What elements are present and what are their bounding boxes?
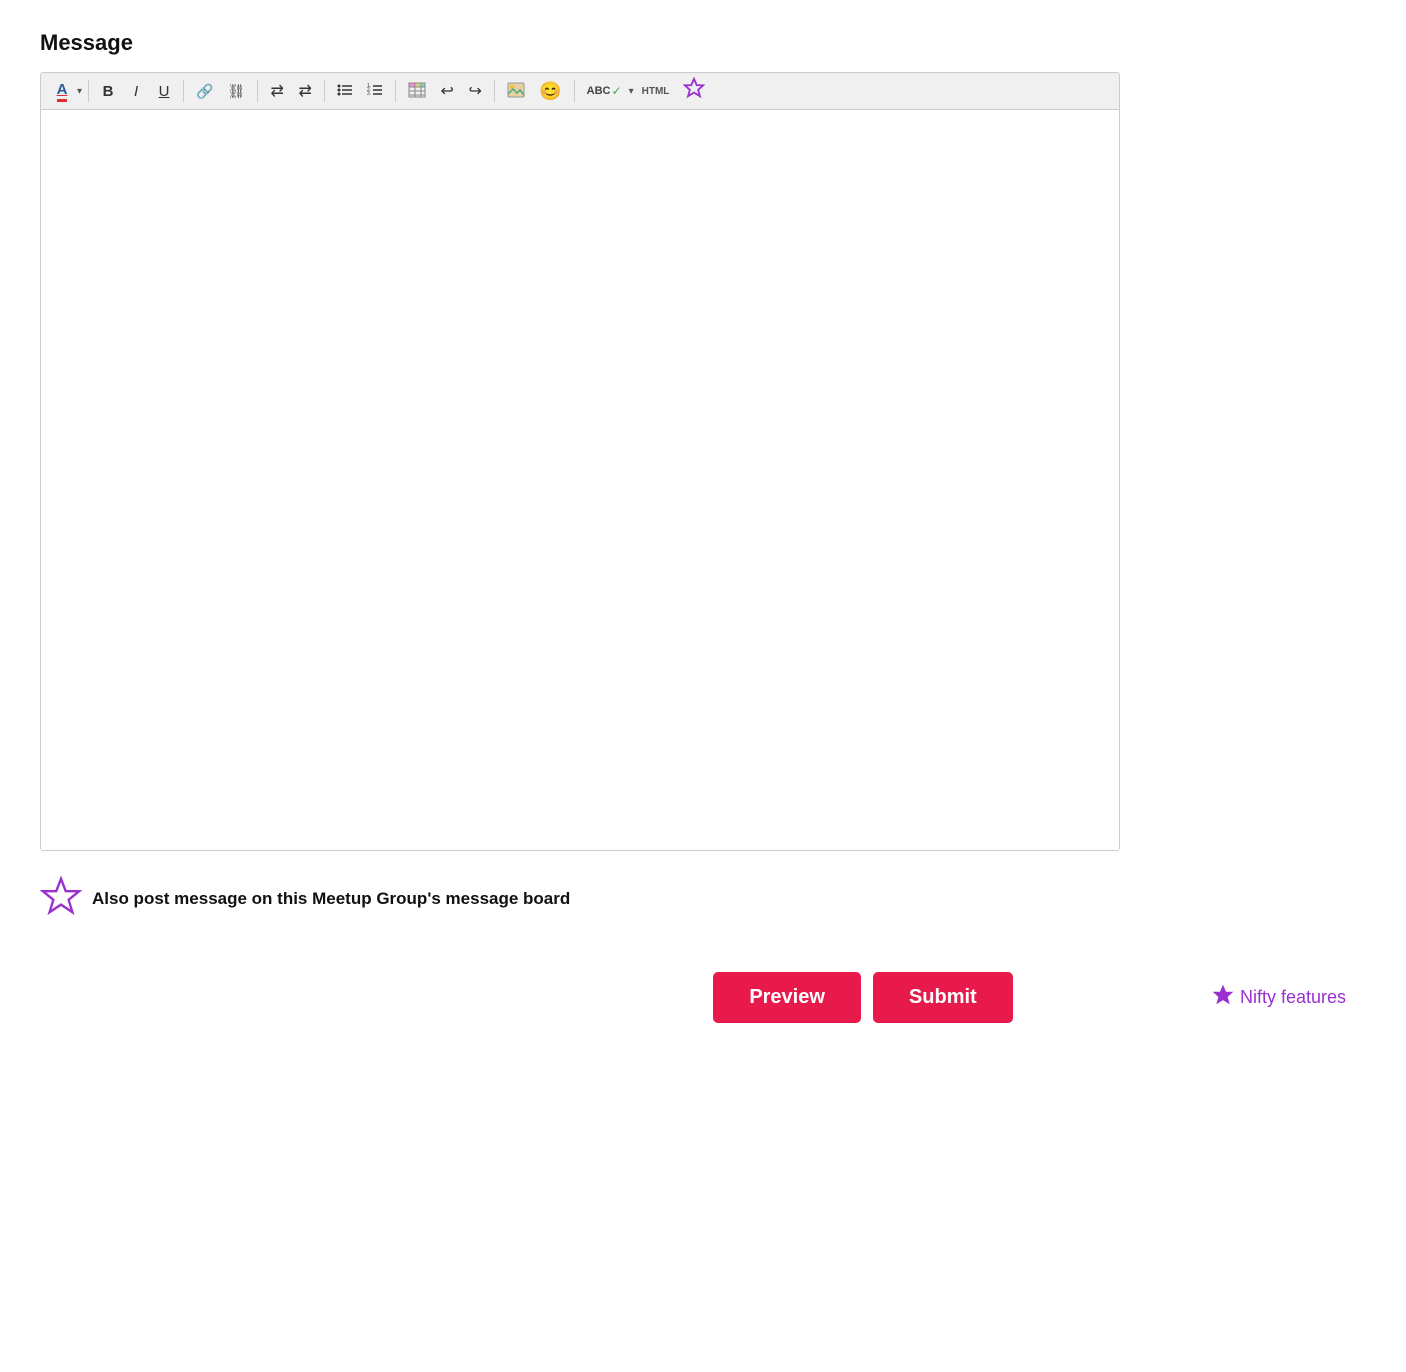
message-editor[interactable] <box>41 110 1119 850</box>
separator-3 <box>257 80 258 102</box>
bold-button[interactable]: B <box>95 78 121 104</box>
html-icon: HTML <box>642 86 670 97</box>
emoji-icon: 😊 <box>539 81 561 102</box>
submit-button[interactable]: Submit <box>873 972 1013 1023</box>
table-button[interactable] <box>402 78 432 104</box>
align-right-icon: ⇄ <box>299 81 312 101</box>
separator-7 <box>574 80 575 102</box>
nifty-features-star-icon <box>1212 984 1234 1011</box>
separator-2 <box>183 80 184 102</box>
undo-icon: ↩ <box>441 81 454 101</box>
nifty-features[interactable]: Nifty features <box>1212 984 1346 1011</box>
spellcheck-icon: ABC ✓ <box>587 84 622 98</box>
ordered-list-icon: 1. 2. 3. <box>367 82 383 101</box>
separator-4 <box>324 80 325 102</box>
nifty-star-icon <box>683 77 705 105</box>
ordered-list-button[interactable]: 1. 2. 3. <box>361 78 389 104</box>
spellcheck-group: ABC ✓ ▾ <box>581 78 634 104</box>
buttons-group: Preview Submit <box>713 972 1012 1023</box>
below-editor-row: Also post message on this Meetup Group's… <box>40 875 1366 922</box>
meetup-post-label: Also post message on this Meetup Group's… <box>92 889 570 909</box>
table-icon <box>408 82 426 101</box>
meetup-post-star-icon <box>40 875 82 922</box>
undo-button[interactable]: ↩ <box>434 78 460 104</box>
nifty-star-toolbar-button[interactable] <box>677 78 711 104</box>
align-left-button[interactable]: ⇄ <box>264 78 290 104</box>
font-color-dropdown-arrow[interactable]: ▾ <box>77 86 82 97</box>
underline-button[interactable]: U <box>151 78 177 104</box>
unlink-icon <box>227 83 245 100</box>
actions-row: Preview Submit Nifty features <box>40 972 1366 1023</box>
separator-1 <box>88 80 89 102</box>
emoji-button[interactable]: 😊 <box>533 78 567 104</box>
unlink-button[interactable] <box>221 78 251 104</box>
nifty-features-label: Nifty features <box>1240 987 1346 1008</box>
image-icon <box>507 82 525 101</box>
redo-button[interactable]: ↪ <box>462 78 488 104</box>
page-title: Message <box>40 30 1366 56</box>
font-color-label: A <box>57 81 68 102</box>
link-button[interactable] <box>190 78 219 104</box>
preview-button[interactable]: Preview <box>713 972 861 1023</box>
italic-button[interactable]: I <box>123 78 149 104</box>
unordered-list-button[interactable] <box>331 78 359 104</box>
html-button[interactable]: HTML <box>636 78 676 104</box>
align-left-icon: ⇄ <box>271 81 284 101</box>
unordered-list-icon <box>337 82 353 101</box>
spellcheck-dropdown-arrow[interactable]: ▾ <box>629 86 634 97</box>
spellcheck-button[interactable]: ABC ✓ <box>581 78 628 104</box>
editor-wrapper: A ▾ B I U ⇄ ⇄ <box>40 72 1120 851</box>
svg-text:3.: 3. <box>367 91 371 97</box>
separator-6 <box>494 80 495 102</box>
align-right-button[interactable]: ⇄ <box>292 78 318 104</box>
image-button[interactable] <box>501 78 531 104</box>
redo-icon: ↪ <box>469 81 482 101</box>
editor-toolbar: A ▾ B I U ⇄ ⇄ <box>41 73 1119 110</box>
link-icon <box>196 83 213 100</box>
font-color-button[interactable]: A <box>49 78 75 104</box>
separator-5 <box>395 80 396 102</box>
